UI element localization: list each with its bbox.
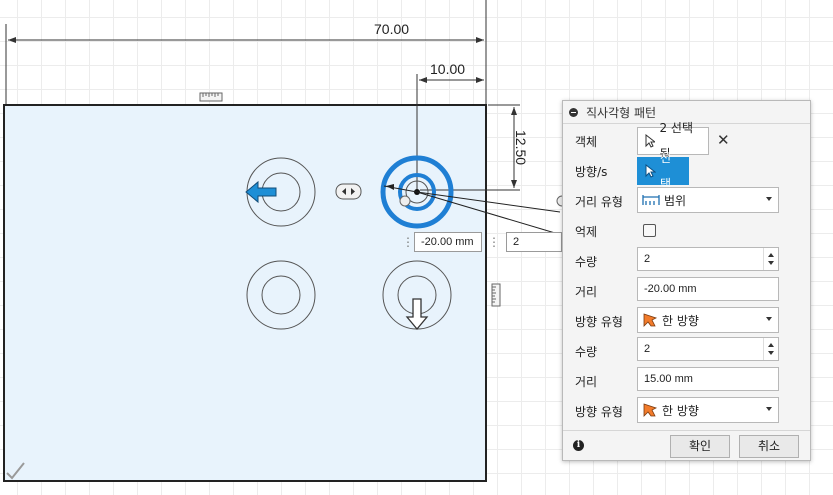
- dirtype1-dropdown[interactable]: 한 방향: [637, 307, 779, 333]
- info-icon[interactable]: i: [573, 440, 584, 451]
- row-distance-1: 거리 -20.00 mm: [563, 277, 810, 305]
- dimension-text-10[interactable]: 10.00: [430, 61, 465, 77]
- direction-label: 방향/s: [575, 165, 608, 179]
- direction-select-button[interactable]: 선택: [637, 151, 689, 191]
- row-object: 객체 2 선택됨 ✕: [563, 121, 810, 161]
- distance1-input[interactable]: -20.00 mm: [637, 277, 779, 301]
- distance2-label: 거리: [575, 375, 598, 389]
- row-count-1: 수량 2: [563, 247, 810, 275]
- dirtype2-dropdown[interactable]: 한 방향: [637, 397, 779, 423]
- inline-count-input[interactable]: 2: [506, 232, 562, 252]
- distance-type-dropdown[interactable]: 범위: [637, 187, 779, 213]
- row-direction: 방향/s 선택: [563, 151, 810, 191]
- dirtype2-label: 방향 유형: [575, 405, 623, 419]
- cursor-icon: [645, 164, 656, 178]
- orange-direction-icon: [643, 403, 658, 417]
- panel-footer: i 확인 취소: [563, 430, 810, 463]
- close-icon[interactable]: ✕: [717, 131, 730, 149]
- suppress-label: 억제: [575, 225, 598, 239]
- row-direction-type-1: 방향 유형 한 방향: [563, 307, 810, 335]
- count1-input[interactable]: 2: [637, 247, 779, 271]
- distance1-label: 거리: [575, 285, 598, 299]
- ruler-handle-icon[interactable]: [199, 92, 223, 102]
- dirtype2-value: 한 방향: [662, 403, 699, 418]
- sketch-rectangle[interactable]: [3, 104, 487, 482]
- ok-button[interactable]: 확인: [670, 435, 730, 458]
- suppress-checkbox[interactable]: [643, 224, 656, 237]
- distance-type-value: 범위: [664, 193, 687, 208]
- row-count-2: 수량 2: [563, 337, 810, 365]
- count2-input[interactable]: 2: [637, 337, 779, 361]
- row-direction-type-2: 방향 유형 한 방향: [563, 397, 810, 425]
- distance2-input[interactable]: 15.00 mm: [637, 367, 779, 391]
- range-icon: [642, 195, 660, 205]
- dirtype1-label: 방향 유형: [575, 315, 623, 329]
- object-label: 객체: [575, 135, 598, 149]
- inline-grip-right[interactable]: ⋮: [488, 232, 500, 252]
- ruler-handle-icon-vertical[interactable]: [491, 283, 501, 307]
- dimension-text-70[interactable]: 70.00: [374, 21, 409, 37]
- distance-type-label: 거리 유형: [575, 195, 623, 209]
- panel-title: 직사각형 패턴: [586, 105, 657, 120]
- dirtype1-value: 한 방향: [662, 313, 699, 328]
- collapse-icon[interactable]: [569, 107, 578, 117]
- count1-label: 수량: [575, 255, 598, 269]
- row-suppress: 억제: [563, 217, 810, 245]
- inline-distance-input[interactable]: -20.00 mm: [414, 232, 482, 252]
- row-distance-2: 거리 15.00 mm: [563, 367, 810, 395]
- cancel-button[interactable]: 취소: [739, 435, 799, 458]
- dual-arrow-handle-icon[interactable]: [335, 183, 362, 200]
- dimension-text-12-50[interactable]: 12.50: [513, 130, 529, 165]
- count1-spinner[interactable]: [763, 248, 778, 270]
- row-distance-type: 거리 유형 범위: [563, 187, 810, 215]
- inline-grip-left[interactable]: ⋮: [402, 232, 414, 252]
- count2-label: 수량: [575, 345, 598, 359]
- count2-spinner[interactable]: [763, 338, 778, 360]
- cursor-icon: [645, 134, 656, 148]
- orange-direction-icon: [643, 313, 658, 327]
- rectangular-pattern-panel: 직사각형 패턴 객체 2 선택됨 ✕ 방향/s 선택 거리 유형 범위 억제 수…: [562, 100, 811, 461]
